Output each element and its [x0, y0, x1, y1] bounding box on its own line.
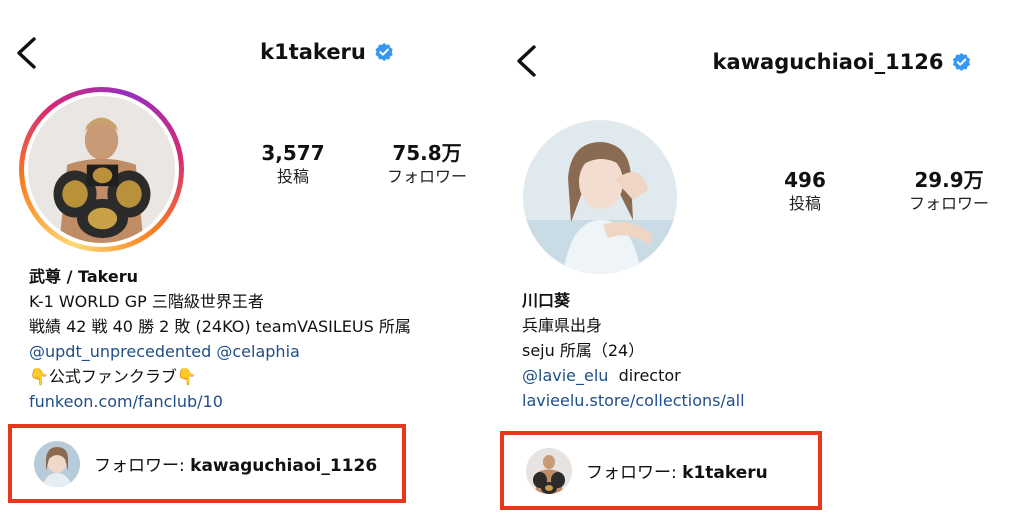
follower-prefix: フォロワー:	[586, 463, 683, 483]
bio-line: seju 所属（24）	[522, 341, 645, 360]
username-text: kawaguchiaoi_1126	[712, 50, 944, 74]
display-name: 川口葵	[522, 291, 571, 310]
avatar-photo-woman	[523, 120, 677, 274]
verified-badge-icon	[952, 52, 972, 72]
followed-by-highlight[interactable]: フォロワー: k1takeru	[500, 431, 822, 510]
follower-prefix: フォロワー:	[94, 456, 191, 476]
follower-account[interactable]: kawaguchiaoi_1126	[190, 456, 377, 476]
bio-mention-suffix: director	[618, 366, 681, 385]
followers-label: フォロワー	[908, 194, 990, 213]
follower-account[interactable]: k1takeru	[682, 463, 768, 483]
bio-external-link[interactable]: lavieelu.store/collections/all	[522, 388, 745, 413]
stat-followers[interactable]: 75.8万 フォロワー	[387, 140, 467, 188]
bio-line: 兵庫県出身	[522, 316, 603, 335]
follower-avatar	[526, 447, 572, 494]
right-profile-panel: kawaguchiaoi_1126 496 投稿 29.9万 フォロワー 川口葵	[500, 0, 1024, 530]
bio-line: 戦績 42 戦 40 勝 2 敗 (24KO) teamVASILEUS 所属	[29, 317, 411, 336]
follower-text: フォロワー: kawaguchiaoi_1126	[94, 451, 377, 476]
bio-mention-link[interactable]: @lavie_elu	[522, 366, 608, 385]
followers-count: 29.9万	[914, 168, 984, 192]
followed-by-highlight[interactable]: フォロワー: kawaguchiaoi_1126	[8, 424, 406, 503]
posts-count: 3,577	[261, 141, 325, 165]
stat-posts[interactable]: 496 投稿	[784, 167, 826, 215]
posts-count: 496	[784, 168, 826, 192]
bio-line: K-1 WORLD GP 三階級世界王者	[29, 292, 264, 311]
follower-avatar	[34, 440, 80, 487]
display-name: 武尊 / Takeru	[29, 267, 138, 286]
username-text: k1takeru	[260, 40, 366, 64]
profile-avatar[interactable]	[19, 87, 184, 252]
bio-mentions-link[interactable]: @updt_unprecedented @celaphia	[29, 339, 411, 364]
profile-bio: 武尊 / Takeru K-1 WORLD GP 三階級世界王者 戦績 42 戦…	[29, 264, 411, 414]
back-chevron-icon[interactable]	[514, 44, 540, 78]
profile-username-header: kawaguchiaoi_1126	[712, 50, 971, 74]
profile-avatar[interactable]	[523, 120, 677, 274]
followers-label: フォロワー	[386, 167, 468, 186]
profile-bio: 川口葵 兵庫県出身 seju 所属（24） @lavie_elu directo…	[522, 288, 745, 413]
posts-label: 投稿	[276, 167, 310, 186]
avatar-photo-fighter	[28, 96, 175, 243]
posts-label: 投稿	[788, 194, 821, 213]
follower-text: フォロワー: k1takeru	[586, 458, 768, 483]
verified-badge-icon	[374, 42, 394, 62]
followers-count: 75.8万	[392, 141, 462, 165]
bio-line: 👇公式ファンクラブ👇	[29, 367, 197, 386]
stat-followers[interactable]: 29.9万 フォロワー	[909, 167, 989, 215]
bio-mention-line: @lavie_elu director	[522, 363, 745, 388]
profile-username-header: k1takeru	[260, 40, 394, 64]
bio-external-link[interactable]: funkeon.com/fanclub/10	[29, 389, 411, 414]
stat-posts[interactable]: 3,577 投稿	[261, 140, 324, 188]
left-profile-panel: k1takeru 3,577 投稿 75.8万 フォロワー 武尊 / Taker…	[0, 0, 500, 530]
back-chevron-icon[interactable]	[14, 36, 40, 70]
